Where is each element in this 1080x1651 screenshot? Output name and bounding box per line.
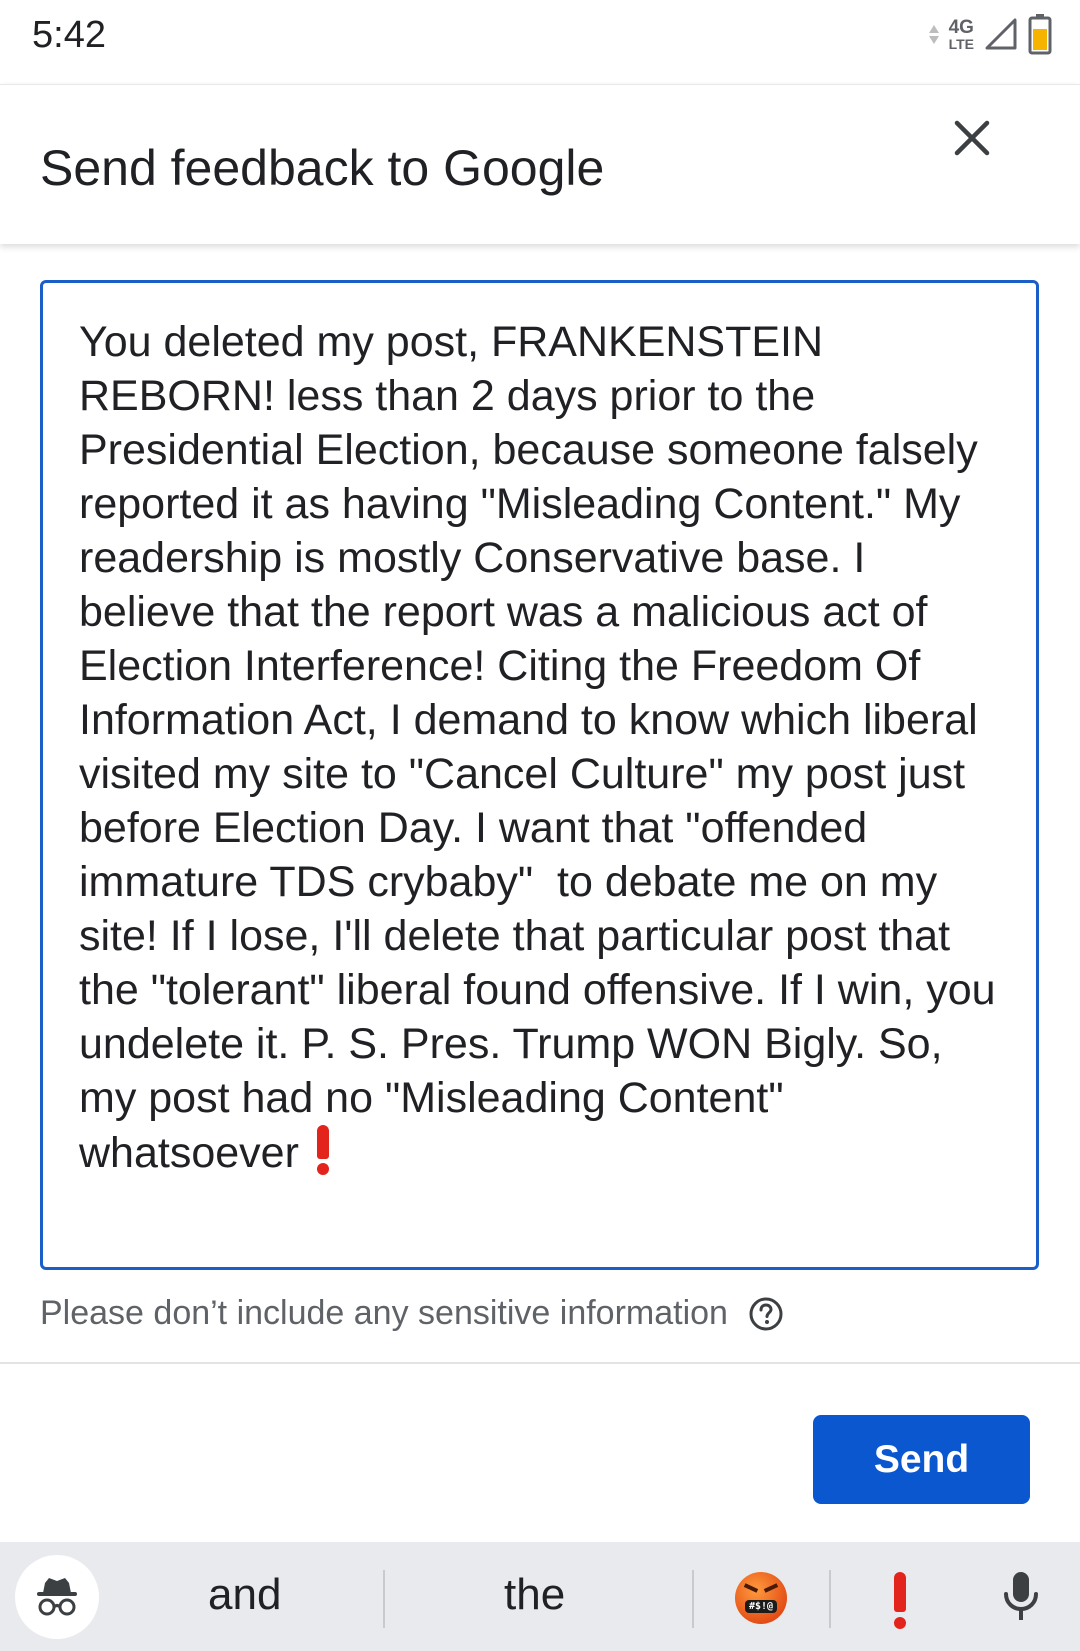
separator — [829, 1570, 831, 1628]
network-type: 4G — [948, 16, 974, 38]
divider — [0, 1362, 1080, 1364]
cursing-face-emoji-suggestion[interactable]: #$!@ — [735, 1572, 787, 1624]
sensitive-info-text: Please don’t include any sensitive infor… — [40, 1294, 728, 1332]
page-title: Send feedback to Google — [40, 140, 605, 196]
data-activity-icon — [928, 24, 939, 44]
sensitive-info-note: Please don’t include any sensitive infor… — [40, 1294, 784, 1333]
suggestion-1[interactable]: and — [208, 1570, 281, 1620]
send-button[interactable]: Send — [813, 1415, 1030, 1504]
separator — [692, 1570, 694, 1628]
battery-icon — [1028, 14, 1052, 55]
status-bar: 5:42 4G LTE — [0, 0, 1080, 84]
keyboard-suggestion-bar: and the #$!@ — [0, 1542, 1080, 1651]
signal-icon — [985, 18, 1017, 50]
status-icons: 4G LTE — [928, 12, 1052, 56]
voice-input-button[interactable] — [1002, 1570, 1040, 1627]
incognito-button[interactable] — [15, 1555, 99, 1639]
status-time: 5:42 — [32, 14, 106, 56]
network-subtype: LTE — [948, 35, 974, 52]
separator — [383, 1570, 385, 1628]
close-button[interactable] — [944, 110, 1000, 166]
network-type-indicator: 4G LTE — [949, 18, 974, 51]
help-circle-icon — [749, 1297, 783, 1330]
incognito-icon — [37, 1578, 77, 1616]
close-icon — [954, 120, 990, 156]
microphone-icon — [1004, 1572, 1038, 1620]
suggestion-2[interactable]: the — [504, 1570, 565, 1620]
exclamation-emoji — [315, 1125, 331, 1175]
feedback-text: You deleted my post, FRANKENSTEIN REBORN… — [79, 315, 1009, 1180]
emoji-mouth-symbols: #$!@ — [745, 1600, 777, 1613]
help-button[interactable] — [748, 1296, 784, 1332]
feedback-message: You deleted my post, FRANKENSTEIN REBORN… — [79, 318, 1008, 1177]
feedback-textarea[interactable]: You deleted my post, FRANKENSTEIN REBORN… — [40, 280, 1039, 1270]
exclamation-emoji-suggestion[interactable] — [892, 1572, 908, 1630]
app-header: Send feedback to Google — [0, 84, 1080, 244]
